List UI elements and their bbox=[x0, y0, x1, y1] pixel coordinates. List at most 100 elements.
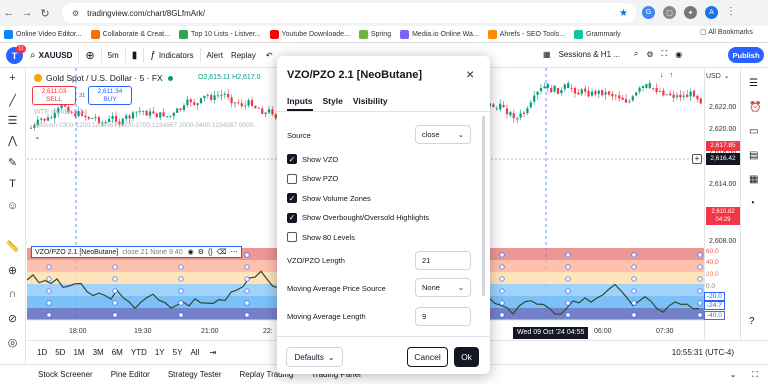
clock[interactable]: 10:55:31 (UTC-4) bbox=[672, 348, 734, 357]
menu-icon[interactable]: ⋮ bbox=[726, 6, 736, 19]
ma-source-select[interactable]: None ⌄ bbox=[415, 278, 471, 297]
symbol-name[interactable]: XAUUSD bbox=[39, 51, 73, 60]
source-select[interactable]: close ⌄ bbox=[415, 125, 471, 144]
bookmark-star-icon[interactable]: ★ bbox=[619, 8, 628, 19]
extension-g-icon[interactable]: G bbox=[642, 6, 655, 19]
alert-button[interactable]: Alert bbox=[207, 51, 223, 60]
range-button[interactable]: 6M bbox=[112, 348, 123, 357]
text-icon[interactable]: T bbox=[5, 178, 20, 190]
tab-style[interactable]: Style bbox=[323, 96, 343, 111]
ma-length-input[interactable]: 9 bbox=[415, 307, 471, 326]
brush-icon[interactable]: ✎ bbox=[5, 156, 20, 169]
bookmark-item[interactable]: Grammarly bbox=[574, 29, 621, 39]
checkbox[interactable]: ✓ bbox=[287, 154, 297, 164]
more-icon[interactable]: ⋯ bbox=[231, 248, 238, 256]
checkbox-row[interactable]: Show PZO bbox=[287, 173, 338, 184]
alarm-icon[interactable]: ⏰ bbox=[749, 102, 761, 113]
checkbox-row[interactable]: ✓ Show VZO bbox=[287, 154, 338, 164]
bell-icon[interactable]: ◔ bbox=[749, 198, 755, 209]
checkbox[interactable] bbox=[287, 173, 297, 184]
bookmark-item[interactable]: Ahrefs - SEO Tools... bbox=[487, 29, 565, 39]
cancel-button[interactable]: Cancel bbox=[407, 347, 448, 367]
interval-button[interactable]: 5m bbox=[108, 51, 119, 60]
replay-button[interactable]: Replay bbox=[231, 51, 256, 60]
zoom-icon[interactable]: ⊕ bbox=[5, 264, 20, 277]
tab-inputs[interactable]: Inputs bbox=[287, 96, 313, 111]
ruler-icon[interactable]: 📏 bbox=[5, 240, 20, 253]
quick-search-icon[interactable]: ⌕ bbox=[634, 49, 638, 59]
search-icon[interactable]: ⌕ bbox=[30, 50, 36, 61]
bookmark-item[interactable]: Top 10 Lists - Listver... bbox=[178, 29, 261, 39]
arrow-down-icon[interactable]: ↓ bbox=[660, 72, 664, 79]
bookmark-item[interactable]: Spring bbox=[358, 29, 391, 39]
range-button[interactable]: 1D bbox=[37, 348, 47, 357]
checkbox[interactable] bbox=[287, 232, 297, 242]
reload-icon[interactable]: ↻ bbox=[36, 7, 54, 20]
range-button[interactable]: YTD bbox=[131, 348, 147, 357]
ok-button[interactable]: Ok bbox=[454, 347, 479, 367]
checkbox-row[interactable]: ✓ Show Volume Zones bbox=[287, 193, 371, 203]
help-icon[interactable]: ? bbox=[749, 316, 755, 327]
add-symbol-icon[interactable]: ⊕ bbox=[85, 49, 94, 62]
undo-icon[interactable]: ↶ bbox=[266, 51, 273, 60]
calendar-icon[interactable]: ▦ bbox=[749, 174, 758, 185]
bookmark-item[interactable]: Media.io Online Wa... bbox=[400, 29, 479, 39]
length-input[interactable]: 21 bbox=[415, 251, 471, 270]
fib-icon[interactable]: ☰ bbox=[5, 114, 20, 127]
defaults-button[interactable]: Defaults ⌄ bbox=[286, 347, 343, 367]
checkbox[interactable]: ✓ bbox=[287, 212, 297, 223]
settings-icon[interactable]: ⚙ bbox=[646, 50, 653, 59]
puzzle-icon[interactable]: ✦ bbox=[684, 6, 697, 19]
indicator-legend[interactable]: VZO/PZO 2.1 [NeoButane] close 21 None 9 … bbox=[31, 246, 242, 258]
eye-icon[interactable]: ◎ bbox=[5, 336, 20, 349]
layout-icon[interactable]: ▦ bbox=[543, 50, 551, 59]
chat-icon[interactable]: ▭ bbox=[749, 126, 758, 137]
source-code-icon[interactable]: {} bbox=[208, 249, 213, 256]
session-template-button[interactable]: Sessions & H1 ... bbox=[559, 50, 620, 59]
sell-button[interactable]: 2,611.03 SELL bbox=[32, 86, 76, 105]
trendline-icon[interactable]: ╱ bbox=[5, 94, 20, 107]
forward-icon[interactable]: → bbox=[18, 7, 36, 19]
tab-visibility[interactable]: Visibility bbox=[353, 96, 388, 111]
back-icon[interactable]: ← bbox=[0, 7, 18, 19]
collapse-legend-icon[interactable]: ⌃ bbox=[34, 136, 41, 145]
range-button[interactable]: 1Y bbox=[155, 348, 165, 357]
magnet-icon[interactable]: ∩ bbox=[5, 288, 20, 300]
add-order-icon[interactable]: + bbox=[692, 154, 702, 164]
ideas-icon[interactable]: ▤ bbox=[749, 150, 758, 161]
settings-gear-icon[interactable]: ⚙ bbox=[198, 248, 204, 256]
buy-button[interactable]: 2,611.34 BUY bbox=[88, 86, 132, 105]
bottom-tab[interactable]: Pine Editor bbox=[111, 370, 150, 379]
checkbox-row[interactable]: Show 80 Levels bbox=[287, 232, 355, 242]
extension-icon[interactable]: ▢ bbox=[663, 6, 676, 19]
range-button[interactable]: All bbox=[190, 348, 199, 357]
delete-icon[interactable]: ⌫ bbox=[217, 248, 227, 256]
goto-date-icon[interactable]: ⇥ bbox=[209, 348, 216, 357]
publish-button[interactable]: Publish bbox=[728, 47, 764, 63]
bottom-tab[interactable]: Stock Screener bbox=[38, 370, 93, 379]
checkbox-row[interactable]: ✓ Show Overbought/Oversold Highlights bbox=[287, 212, 429, 223]
checkbox[interactable]: ✓ bbox=[287, 193, 297, 203]
watchlist-icon[interactable]: ☰ bbox=[749, 78, 758, 89]
profile-icon[interactable]: A bbox=[705, 6, 718, 19]
collapse-panel-icon[interactable]: ⌄ bbox=[730, 370, 737, 379]
currency-select[interactable]: USD ⌄ bbox=[706, 72, 730, 81]
site-info-icon[interactable]: ⚙ bbox=[72, 9, 79, 18]
address-bar[interactable]: ⚙ tradingview.com/chart/8GLfmArk/ ★ bbox=[62, 3, 636, 23]
lock-icon[interactable]: ⊘ bbox=[5, 312, 20, 325]
range-button[interactable]: 5D bbox=[55, 348, 65, 357]
bookmark-item[interactable]: Online Video Editor... bbox=[4, 29, 82, 39]
chart-type-icon[interactable]: ▮ bbox=[132, 50, 138, 61]
close-icon[interactable]: × bbox=[466, 66, 474, 82]
indicators-button[interactable]: Indicators bbox=[159, 51, 194, 60]
range-button[interactable]: 1M bbox=[73, 348, 84, 357]
indicators-icon[interactable]: ƒ bbox=[150, 50, 156, 61]
pattern-icon[interactable]: ⋀ bbox=[5, 134, 20, 147]
range-button[interactable]: 3M bbox=[93, 348, 104, 357]
dialog-scrollbar[interactable] bbox=[482, 116, 485, 296]
range-button[interactable]: 5Y bbox=[173, 348, 183, 357]
bottom-tab[interactable]: Strategy Tester bbox=[168, 370, 222, 379]
fullscreen-icon[interactable]: ⛶ bbox=[662, 49, 668, 59]
maximize-panel-icon[interactable]: ⛶ bbox=[752, 370, 758, 380]
crosshair-icon[interactable]: + bbox=[5, 72, 20, 84]
